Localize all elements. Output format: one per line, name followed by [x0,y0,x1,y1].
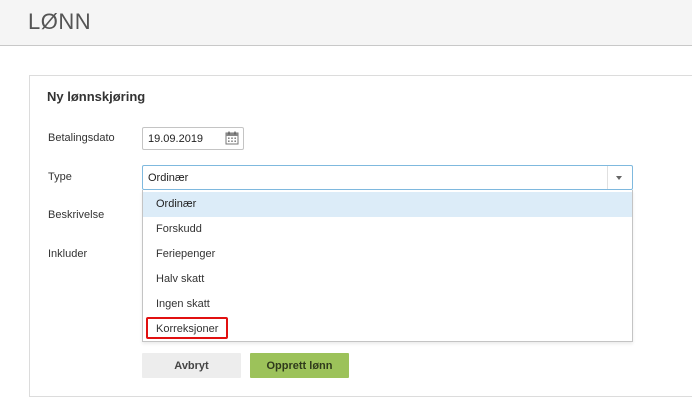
type-option-korreksjoner[interactable]: Korreksjoner [143,317,632,342]
cancel-button[interactable]: Avbryt [142,353,241,378]
type-select-toggle[interactable] [607,166,632,189]
payment-date-value: 19.09.2019 [148,133,204,145]
top-bar: LØNN [0,0,692,46]
calendar-icon[interactable] [225,131,239,145]
create-payroll-button[interactable]: Opprett lønn [250,353,349,378]
payment-date-label: Betalingsdato [48,132,115,144]
include-label: Inkluder [48,248,88,260]
chevron-down-icon [616,176,622,180]
form-title: Ny lønnskjøring [47,89,146,104]
type-option-halv-skatt[interactable]: Halv skatt [143,267,632,292]
type-option-ingen-skatt[interactable]: Ingen skatt [143,292,632,317]
type-select-value: Ordinær [148,172,189,184]
type-option-feriepenger[interactable]: Feriepenger [143,242,632,267]
type-option-ordinaer[interactable]: Ordinær [143,192,632,217]
description-label: Beskrivelse [48,209,105,221]
payment-date-field[interactable]: 19.09.2019 [142,127,244,150]
type-select[interactable]: Ordinær [142,165,633,190]
type-label: Type [48,171,72,183]
type-option-forskudd[interactable]: Forskudd [143,217,632,242]
app-title: LØNN [28,9,92,34]
type-dropdown-list: Ordinær Forskudd Feriepenger Halv skatt … [142,190,633,342]
